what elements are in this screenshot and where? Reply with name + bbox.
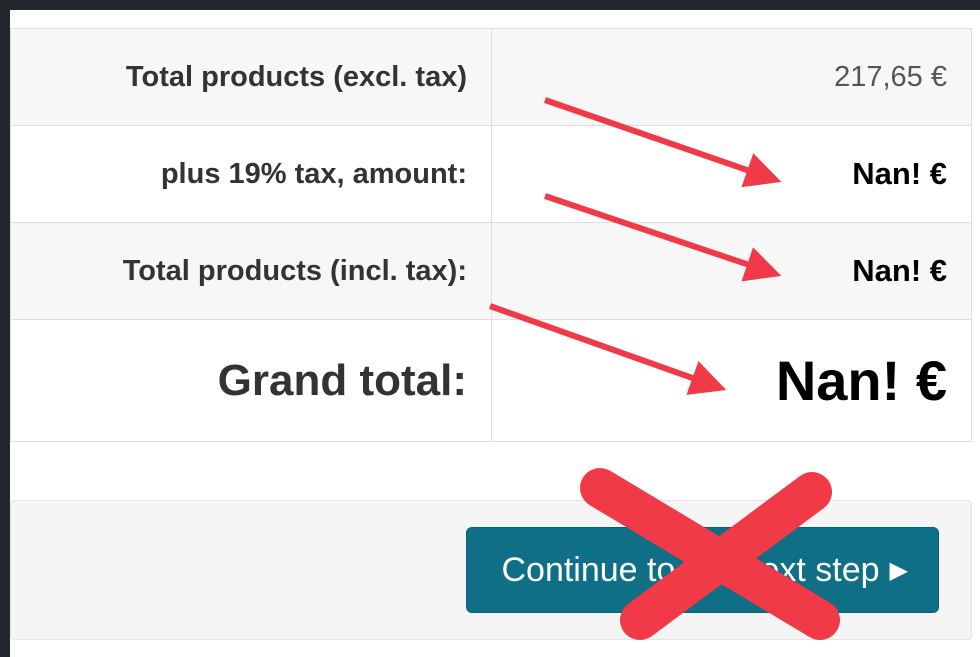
checkout-panel: Total products (excl. tax) 217,65 € plus… [10, 10, 980, 657]
totals-row-grand-total: Grand total: Nan! € [10, 319, 972, 442]
incl-tax-value: Nan! € [491, 222, 972, 320]
excl-tax-label: Total products (excl. tax) [10, 28, 492, 126]
incl-tax-label: Total products (incl. tax): [10, 222, 492, 320]
totals-row-incl-tax: Total products (incl. tax): Nan! € [10, 222, 972, 320]
order-totals-table: Total products (excl. tax) 217,65 € plus… [10, 28, 972, 442]
continue-button[interactable]: Continue to the next step ▶ [466, 527, 939, 613]
totals-row-excl-tax: Total products (excl. tax) 217,65 € [10, 28, 972, 126]
grand-total-value: Nan! € [491, 319, 972, 442]
continue-button-label: Continue to the next step [501, 550, 880, 589]
grand-total-label: Grand total: [10, 319, 492, 442]
totals-row-tax-amount: plus 19% tax, amount: Nan! € [10, 125, 972, 223]
checkout-footer: Continue to the next step ▶ [10, 500, 972, 640]
tax-amount-label: plus 19% tax, amount: [10, 125, 492, 223]
excl-tax-value: 217,65 € [491, 28, 972, 126]
tax-amount-value: Nan! € [491, 125, 972, 223]
caret-right-icon: ▶ [889, 556, 908, 584]
